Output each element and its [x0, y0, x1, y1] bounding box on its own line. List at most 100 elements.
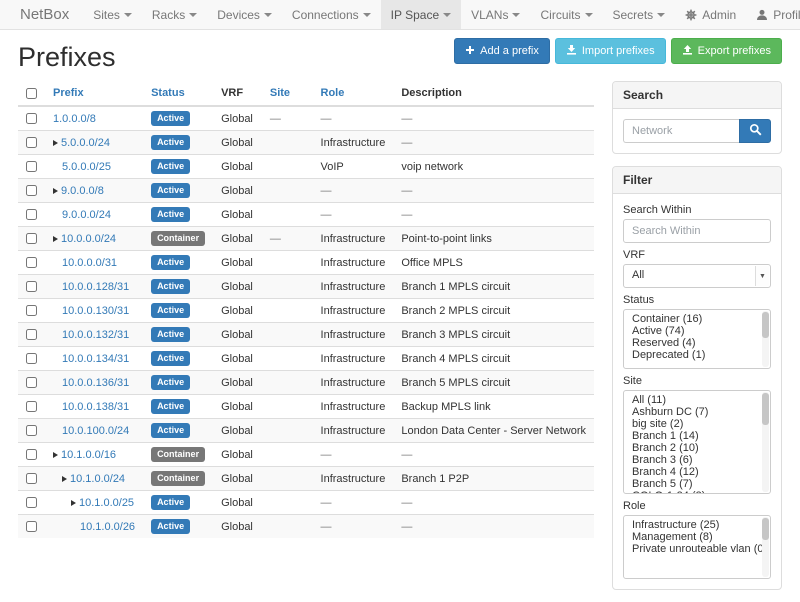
nav-item[interactable]: Connections: [282, 0, 381, 29]
scrollbar-thumb[interactable]: [762, 312, 769, 338]
row-checkbox[interactable]: [26, 137, 37, 148]
role-option[interactable]: Infrastructure (25): [624, 519, 770, 531]
scrollbar-thumb[interactable]: [762, 518, 769, 540]
app-brand[interactable]: NetBox: [0, 0, 83, 29]
prefix-link[interactable]: 10.1.0.0/16: [61, 449, 116, 461]
row-checkbox[interactable]: [26, 305, 37, 316]
search-within-input[interactable]: [623, 219, 771, 243]
nav-item[interactable]: IP Space: [381, 0, 461, 29]
vrf-selected-value: All: [632, 269, 644, 281]
vrf-value: Global: [221, 209, 253, 221]
nav-item[interactable]: Racks: [142, 0, 207, 29]
site-option[interactable]: big site (2): [624, 418, 770, 430]
row-checkbox[interactable]: [26, 257, 37, 268]
row-checkbox[interactable]: [26, 185, 37, 196]
prefix-link[interactable]: 9.0.0.0/24: [62, 209, 111, 221]
status-badge: Active: [151, 423, 190, 438]
chevron-down-icon: [443, 13, 451, 17]
table-row: 10.0.0.0/24 Container Global —: [18, 227, 594, 251]
row-checkbox[interactable]: [26, 281, 37, 292]
site-option[interactable]: Branch 1 (14): [624, 430, 770, 442]
column-header-role[interactable]: Role: [313, 81, 394, 106]
scrollbar-track[interactable]: [762, 392, 769, 492]
prefix-link[interactable]: 10.1.0.0/24: [70, 473, 125, 485]
prefix-link[interactable]: 10.0.0.136/31: [62, 377, 129, 389]
status-option[interactable]: Reserved (4): [624, 337, 770, 349]
prefix-link[interactable]: 10.0.0.0/24: [61, 233, 116, 245]
row-checkbox[interactable]: [26, 401, 37, 412]
column-header-site[interactable]: Site: [262, 81, 313, 106]
role-option[interactable]: Management (8): [624, 531, 770, 543]
row-checkbox[interactable]: [26, 233, 37, 244]
search-input[interactable]: [623, 119, 739, 143]
site-option[interactable]: Branch 5 (7): [624, 478, 770, 490]
row-checkbox[interactable]: [26, 353, 37, 364]
row-checkbox[interactable]: [26, 449, 37, 460]
row-checkbox[interactable]: [26, 425, 37, 436]
prefix-link[interactable]: 10.0.0.134/31: [62, 353, 129, 365]
indent-spacer: [53, 265, 62, 266]
prefix-link[interactable]: 1.0.0.0/8: [53, 113, 96, 125]
column-header-prefix[interactable]: Prefix: [45, 81, 143, 106]
nav-user-item[interactable]: Profile: [746, 0, 800, 29]
prefix-link[interactable]: 10.1.0.0/26: [80, 521, 135, 533]
site-option[interactable]: Branch 4 (12): [624, 466, 770, 478]
row-checkbox[interactable]: [26, 113, 37, 124]
action-button[interactable]: Import prefixes: [555, 38, 666, 64]
column-header-status[interactable]: Status: [143, 81, 213, 106]
prefix-link[interactable]: 10.0.0.128/31: [62, 281, 129, 293]
row-checkbox[interactable]: [26, 329, 37, 340]
site-option[interactable]: Branch 2 (10): [624, 442, 770, 454]
role-option[interactable]: Private unrouteable vlan (0): [624, 543, 770, 555]
prefix-link[interactable]: 10.0.0.0/31: [62, 257, 117, 269]
nav-item[interactable]: Devices: [207, 0, 282, 29]
prefix-link[interactable]: 5.0.0.0/25: [62, 161, 111, 173]
prefix-link[interactable]: 10.1.0.0/25: [79, 497, 134, 509]
prefix-link[interactable]: 9.0.0.0/8: [61, 185, 104, 197]
role-value: Infrastructure: [321, 473, 386, 485]
status-cell: Active: [143, 251, 213, 275]
scrollbar-track[interactable]: [762, 517, 769, 577]
status-option[interactable]: Deprecated (1): [624, 349, 770, 361]
prefix-link[interactable]: 10.0.0.130/31: [62, 305, 129, 317]
select-all-checkbox[interactable]: [26, 88, 37, 99]
import-icon: [566, 44, 577, 58]
nav-item-label: Circuits: [540, 0, 580, 30]
prefix-link[interactable]: 10.0.0.138/31: [62, 401, 129, 413]
status-listbox[interactable]: Container (16)Active (74)Reserved (4)Dep…: [623, 309, 771, 369]
row-checkbox[interactable]: [26, 161, 37, 172]
search-panel-title: Search: [613, 82, 781, 109]
row-select-cell: [18, 467, 45, 491]
prefix-link[interactable]: 10.0.100.0/24: [62, 425, 129, 437]
row-checkbox[interactable]: [26, 209, 37, 220]
search-button[interactable]: [739, 119, 771, 143]
site-cell: [262, 443, 313, 467]
site-option[interactable]: Branch 3 (6): [624, 454, 770, 466]
vrf-select[interactable]: All ▼: [623, 264, 771, 288]
prefix-link[interactable]: 10.0.0.132/31: [62, 329, 129, 341]
action-button[interactable]: Add a prefix: [454, 38, 550, 64]
site-option[interactable]: Ashburn DC (7): [624, 406, 770, 418]
search-within-label: Search Within: [623, 204, 771, 216]
status-option[interactable]: Container (16): [624, 313, 770, 325]
action-button[interactable]: Export prefixes: [671, 38, 782, 64]
nav-item[interactable]: Sites: [83, 0, 142, 29]
role-listbox[interactable]: Infrastructure (25)Management (8)Private…: [623, 515, 771, 579]
role-value: Infrastructure: [321, 233, 386, 245]
role-cell: Infrastructure: [313, 467, 394, 491]
nav-user-item[interactable]: Admin: [675, 0, 746, 29]
row-checkbox[interactable]: [26, 377, 37, 388]
row-checkbox[interactable]: [26, 473, 37, 484]
site-option[interactable]: All (11): [624, 394, 770, 406]
nav-item[interactable]: Secrets: [603, 0, 676, 29]
scrollbar-thumb[interactable]: [762, 393, 769, 425]
scrollbar-track[interactable]: [762, 311, 769, 367]
prefix-link[interactable]: 5.0.0.0/24: [61, 137, 110, 149]
row-checkbox[interactable]: [26, 521, 37, 532]
site-listbox[interactable]: All (11)Ashburn DC (7)big site (2)Branch…: [623, 390, 771, 494]
nav-item[interactable]: Circuits: [530, 0, 602, 29]
row-checkbox[interactable]: [26, 497, 37, 508]
nav-item[interactable]: VLANs: [461, 0, 530, 29]
status-option[interactable]: Active (74): [624, 325, 770, 337]
site-option[interactable]: COLO-1-24 (3): [624, 490, 770, 494]
